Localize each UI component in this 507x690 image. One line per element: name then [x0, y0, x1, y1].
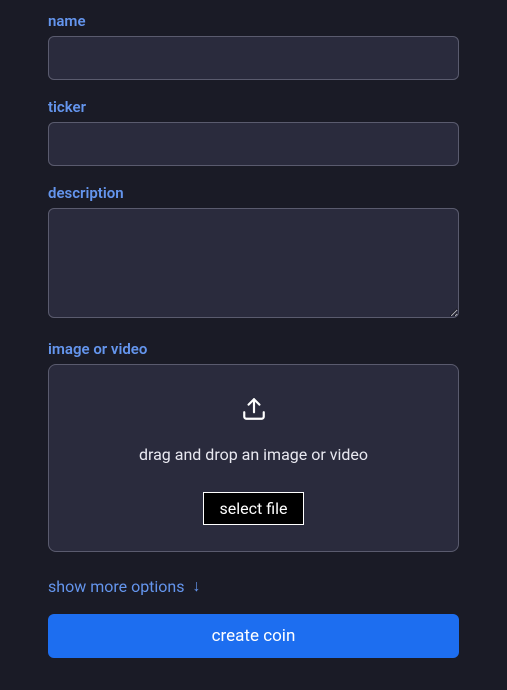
ticker-label: ticker [48, 98, 459, 116]
name-label: name [48, 12, 459, 30]
ticker-input[interactable] [48, 122, 459, 166]
show-more-options-button[interactable]: show more options ↓ [48, 570, 201, 614]
upload-icon [241, 395, 267, 427]
description-field-group: description [48, 184, 459, 322]
description-input[interactable] [48, 208, 459, 318]
name-field-group: name [48, 12, 459, 80]
media-label: image or video [48, 340, 459, 358]
arrow-down-icon: ↓ [193, 576, 201, 596]
media-dropzone[interactable]: drag and drop an image or video select f… [48, 364, 459, 552]
description-label: description [48, 184, 459, 202]
dropzone-text: drag and drop an image or video [139, 445, 368, 464]
media-field-group: image or video drag and drop an image or… [48, 340, 459, 552]
name-input[interactable] [48, 36, 459, 80]
select-file-button[interactable]: select file [203, 492, 305, 525]
ticker-field-group: ticker [48, 98, 459, 166]
more-options-label: show more options [48, 577, 185, 596]
create-coin-button[interactable]: create coin [48, 614, 459, 658]
